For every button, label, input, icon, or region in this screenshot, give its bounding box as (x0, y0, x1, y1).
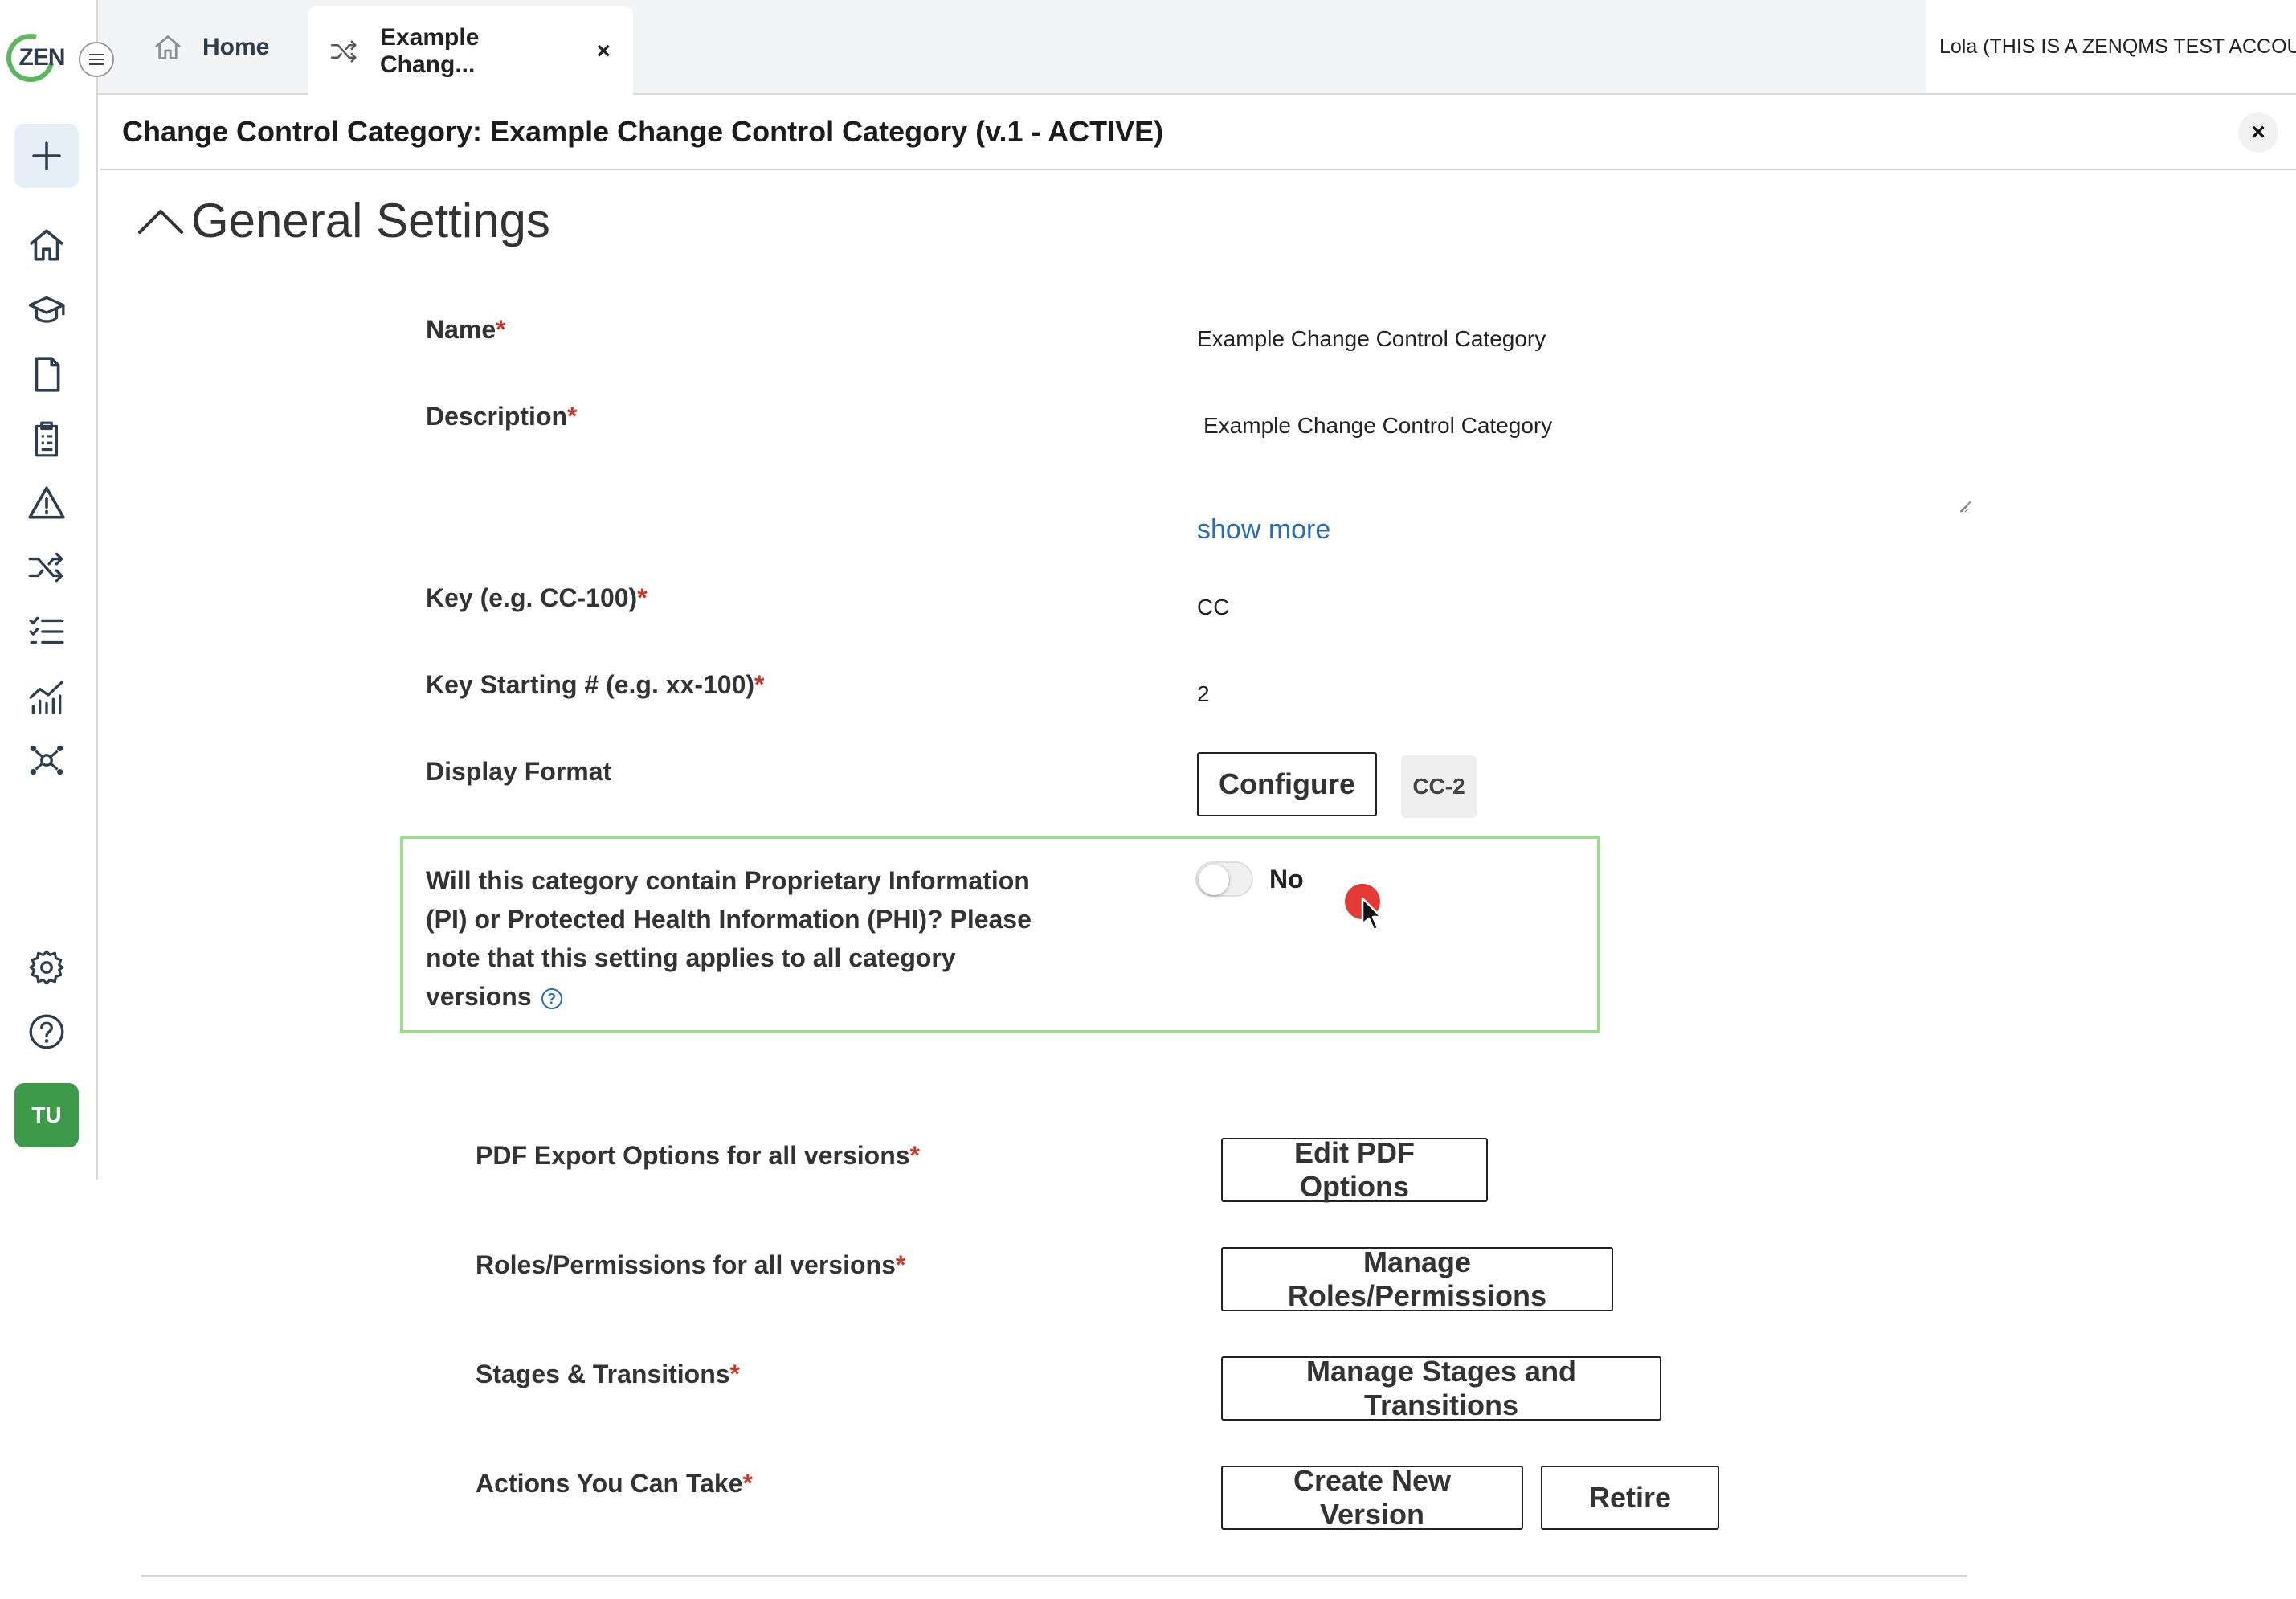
home-icon (30, 229, 63, 261)
tab-close-icon[interactable]: × (596, 38, 611, 65)
required-mark: * (637, 583, 648, 612)
sidebar-item-integrations[interactable] (22, 736, 71, 784)
description-label-text: Description (426, 402, 568, 431)
show-more-link[interactable]: show more (1197, 514, 1330, 546)
name-label: Name* (426, 315, 506, 345)
general-settings-header[interactable]: General Settings (137, 193, 550, 248)
sidebar-item-documents[interactable] (22, 350, 71, 399)
roles-label-text: Roles/Permissions for all versions (476, 1250, 896, 1279)
close-page-button[interactable]: × (2238, 112, 2278, 153)
pi-phi-toggle-value: No (1269, 865, 1304, 894)
stages-label: Stages & Transitions* (476, 1360, 740, 1389)
gear-icon (29, 950, 64, 985)
tab-home-label: Home (202, 34, 270, 60)
key-value[interactable]: CC (1197, 595, 1229, 620)
create-new-button[interactable] (14, 124, 79, 188)
tab-home[interactable]: Home (153, 24, 269, 71)
pi-phi-toggle[interactable] (1195, 861, 1253, 897)
configure-button[interactable]: Configure (1197, 752, 1377, 816)
help-circle-icon (29, 1014, 64, 1049)
help-icon[interactable]: ? (541, 988, 562, 1009)
close-icon: × (2251, 119, 2265, 145)
sidebar-item-audits[interactable] (22, 415, 71, 463)
toggle-knob (1199, 865, 1229, 895)
key-label: Key (e.g. CC-100)* (426, 583, 648, 613)
actions-label: Actions You Can Take* (476, 1469, 753, 1499)
name-label-text: Name (426, 315, 496, 344)
menu-toggle-button[interactable] (79, 42, 114, 77)
user-avatar[interactable]: TU (14, 1083, 79, 1147)
stages-label-text: Stages & Transitions (476, 1360, 730, 1388)
warning-icon (28, 486, 65, 519)
required-mark: * (496, 315, 506, 344)
key-start-label-text: Key Starting # (e.g. xx-100) (426, 670, 755, 699)
description-label: Description* (426, 402, 577, 431)
required-mark: * (567, 402, 578, 431)
section-divider (141, 1575, 1967, 1577)
hamburger-icon (89, 54, 104, 65)
required-mark: * (895, 1250, 906, 1279)
required-mark: * (742, 1469, 753, 1498)
document-icon (35, 357, 60, 392)
section-title: General Settings (191, 194, 550, 247)
key-start-label: Key Starting # (e.g. xx-100)* (426, 670, 764, 700)
required-mark: * (754, 670, 765, 699)
mouse-cursor-icon (1361, 897, 1383, 931)
shuffle-icon (28, 552, 63, 583)
clipboard-icon (35, 421, 59, 457)
tab-bar: Home Example Chang... × Lola (THIS IS A … (98, 0, 2296, 96)
sidebar-item-training[interactable] (22, 286, 71, 334)
pi-phi-question: Will this category contain Proprietary I… (426, 861, 1036, 1016)
roles-label: Roles/Permissions for all versions* (476, 1250, 905, 1280)
edit-pdf-options-button[interactable]: Edit PDF Options (1221, 1136, 1488, 1203)
pi-phi-question-text: Will this category contain Proprietary I… (426, 866, 1032, 1011)
graduation-cap-icon (28, 296, 65, 323)
key-start-value[interactable]: 2 (1197, 681, 1210, 707)
pdf-export-label-text: PDF Export Options for all versions (476, 1141, 910, 1170)
left-rail: ZEN TU (0, 0, 98, 1180)
sidebar-item-home[interactable] (22, 221, 71, 269)
page-header: Change Control Category: Example Change … (100, 95, 2296, 170)
key-label-text: Key (e.g. CC-100) (426, 583, 638, 612)
tab-active-label: Example Chang... (380, 24, 480, 78)
description-textarea[interactable]: Example Change Control Category (1197, 402, 1968, 513)
required-mark: * (729, 1360, 740, 1388)
create-new-version-button[interactable]: Create New Version (1221, 1464, 1523, 1531)
home-icon (155, 35, 181, 59)
zen-logo[interactable]: ZEN (0, 25, 67, 91)
page-title: Change Control Category: Example Change … (122, 115, 1164, 148)
retire-button[interactable]: Retire (1541, 1466, 1719, 1530)
manage-stages-button[interactable]: Manage Stages and Transitions (1221, 1355, 1661, 1421)
shuffle-icon (330, 40, 357, 63)
sidebar-item-help[interactable] (22, 1008, 71, 1056)
sidebar-item-settings[interactable] (22, 943, 71, 992)
display-format-label: Display Format (426, 757, 612, 786)
tab-example-change-control[interactable]: Example Chang... × (308, 6, 633, 96)
user-account-name[interactable]: Lola (THIS IS A ZENQMS TEST ACCOUNT) (1926, 0, 2296, 93)
chevron-up-icon (138, 209, 183, 234)
network-icon (30, 745, 63, 775)
manage-roles-button[interactable]: Manage Roles/Permissions (1221, 1245, 1613, 1312)
sidebar-item-change-control[interactable] (22, 543, 71, 591)
logo-text: ZEN (18, 44, 66, 71)
sidebar-item-tasks[interactable] (22, 607, 71, 656)
name-value[interactable]: Example Change Control Category (1197, 326, 1546, 352)
sidebar-item-deviations[interactable] (22, 479, 71, 527)
plus-icon (32, 141, 61, 170)
sidebar-item-reports[interactable] (22, 672, 71, 720)
display-format-preview: CC-2 (1401, 755, 1477, 818)
actions-label-text: Actions You Can Take (476, 1469, 743, 1498)
checklist-icon (29, 616, 64, 644)
required-mark: * (909, 1141, 920, 1170)
analytics-icon (29, 681, 63, 714)
pdf-export-label: PDF Export Options for all versions* (476, 1141, 920, 1171)
